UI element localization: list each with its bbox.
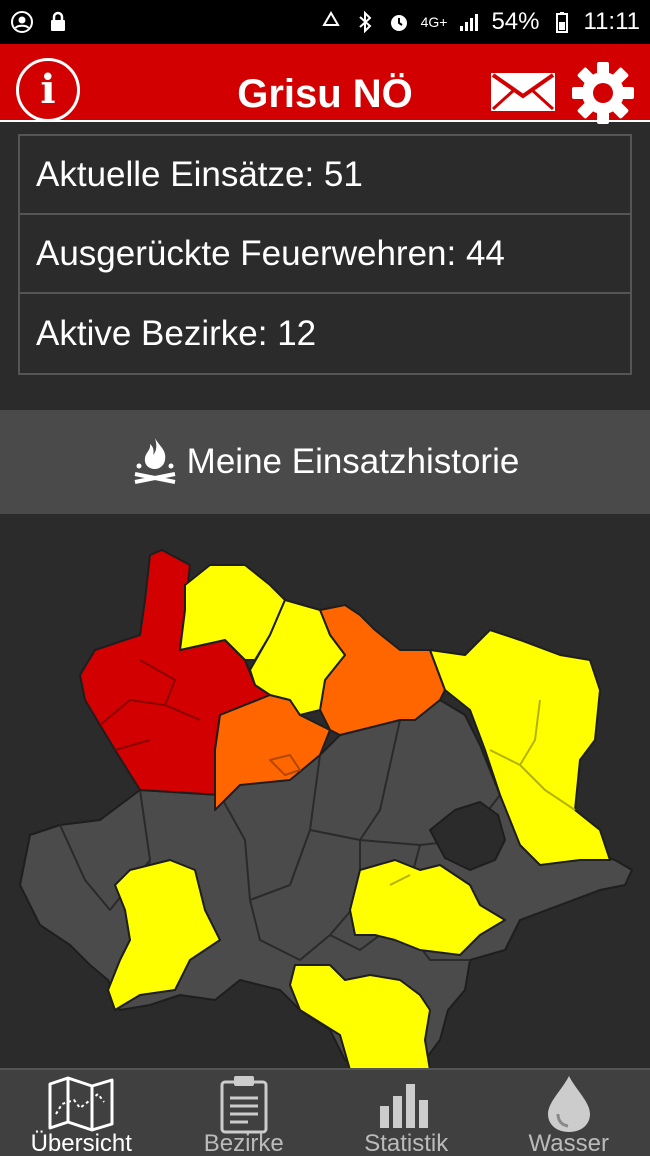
nav-districts[interactable]: Bezirke bbox=[163, 1070, 326, 1156]
stat-current-operations: Aktuelle Einsätze: 51 bbox=[20, 136, 630, 215]
account-icon bbox=[11, 11, 33, 33]
clock: 11:11 bbox=[583, 8, 641, 35]
mail-icon[interactable] bbox=[490, 72, 556, 112]
battery-icon bbox=[555, 12, 568, 33]
stat-fire-brigades: Ausgerückte Feuerwehren: 44 bbox=[20, 215, 630, 294]
signal-icon bbox=[460, 14, 479, 31]
fire-icon bbox=[134, 438, 176, 484]
stat-active-districts: Aktive Bezirke: 12 bbox=[36, 313, 317, 353]
nav-water-label: Wasser bbox=[528, 1130, 609, 1156]
app-bar: i Grisu NÖ bbox=[0, 44, 650, 124]
map-icon bbox=[48, 1076, 114, 1132]
bluetooth-icon bbox=[358, 10, 372, 34]
nav-statistics[interactable]: Statistik bbox=[325, 1070, 488, 1156]
battery-percent: 54% bbox=[491, 8, 540, 35]
nav-districts-label: Bezirke bbox=[203, 1130, 284, 1156]
network-type: 4G+ bbox=[420, 14, 448, 30]
nav-overview-label: Übersicht bbox=[30, 1130, 132, 1156]
recycle-icon bbox=[321, 11, 340, 26]
history-button[interactable]: Meine Einsatzhistorie bbox=[0, 410, 650, 514]
nav-water[interactable]: Wasser bbox=[488, 1070, 650, 1156]
history-label: Meine Einsatzhistorie bbox=[186, 442, 520, 481]
status-bar: 4G+ 54% 11:11 bbox=[0, 0, 650, 44]
district-map[interactable] bbox=[0, 540, 650, 1070]
nav-overview[interactable]: Übersicht bbox=[0, 1070, 163, 1156]
stats-list: Aktuelle Einsätze: 51 Ausgerückte Feuerw… bbox=[18, 134, 632, 375]
nav-statistics-label: Statistik bbox=[364, 1130, 449, 1156]
bar-chart-icon bbox=[380, 1084, 429, 1128]
gear-icon[interactable] bbox=[572, 62, 634, 124]
clipboard-icon bbox=[220, 1076, 268, 1134]
lock-icon bbox=[51, 11, 65, 31]
alarm-icon bbox=[390, 15, 407, 31]
bottom-navigation: Übersicht Bezirke Statistik Wasser bbox=[0, 1068, 650, 1156]
water-drop-icon bbox=[547, 1076, 590, 1132]
